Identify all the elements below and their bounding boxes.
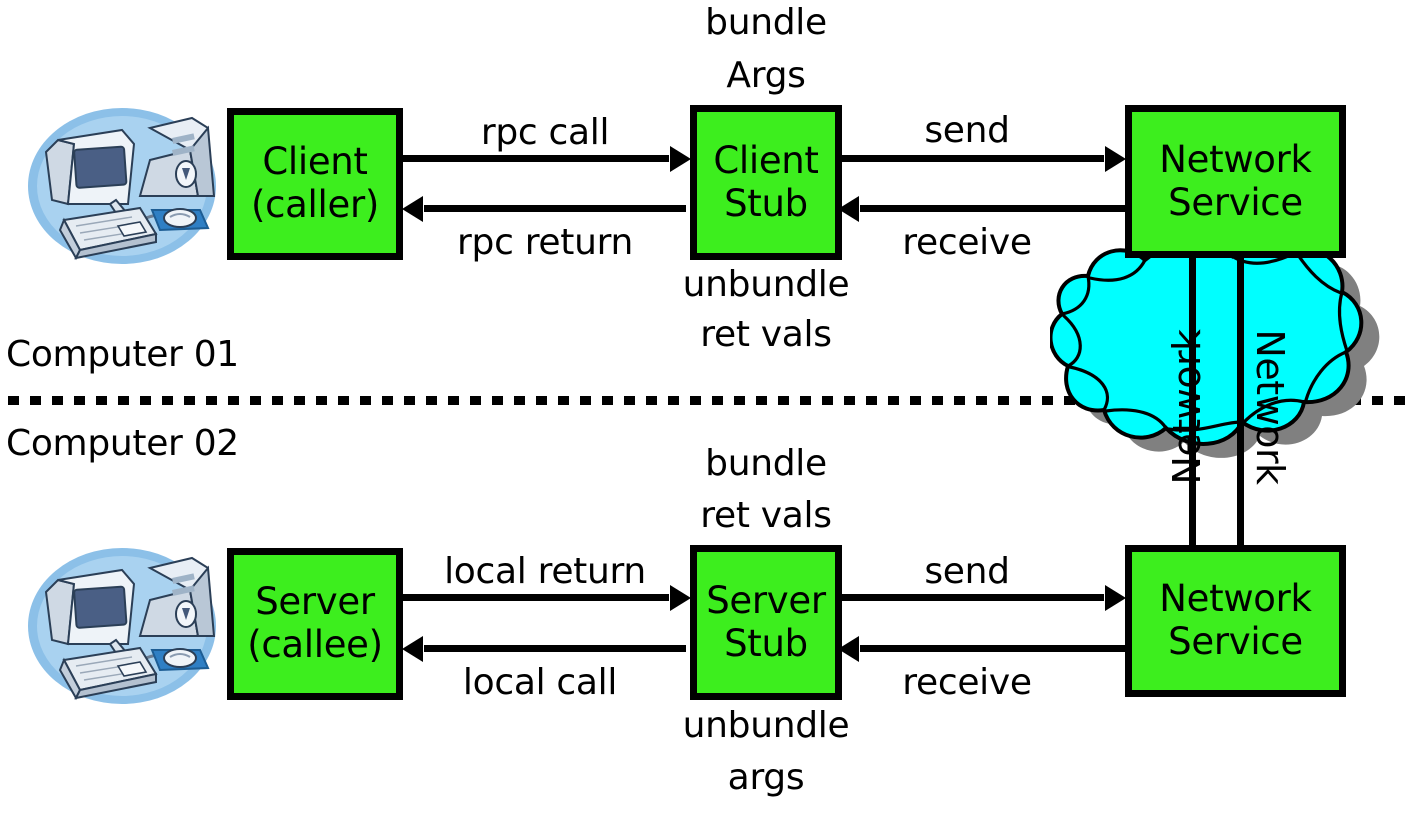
arrow-network-downstream [1237, 258, 1244, 545]
rpc-diagram: Computer 01 Computer 02 Client (caller) … [0, 0, 1413, 815]
arrow-receive-top [860, 205, 1126, 212]
arrow-local-call [424, 645, 686, 652]
arrow-label-local-call: local call [462, 662, 618, 703]
arrow-label-receive-bottom: receive [902, 662, 1032, 703]
annotation-client-stub-args: Args [726, 55, 806, 96]
box-network-service-bottom-line1: Network [1159, 577, 1312, 621]
arrow-label-send-bottom: send [924, 551, 1010, 592]
box-server[interactable]: Server (callee) [227, 548, 403, 700]
box-client-line1: Client [262, 140, 368, 184]
cloud-label-network-left: Network [1165, 329, 1209, 485]
box-network-service-bottom-line2: Service [1168, 620, 1303, 663]
cloud-label-network-right: Network [1248, 329, 1292, 485]
annotation-server-stub-args: args [727, 757, 805, 798]
arrow-rpc-call [403, 155, 669, 162]
box-server-stub-line2: Stub [724, 621, 808, 665]
annotation-server-stub-ret-vals: ret vals [700, 495, 832, 536]
box-network-service-top-line1: Network [1159, 137, 1312, 181]
arrow-label-receive-top: receive [902, 222, 1032, 263]
annotation-server-stub-unbundle: unbundle [682, 705, 850, 746]
arrow-label-local-return: local return [444, 551, 646, 592]
zone-label-computer-02: Computer 02 [6, 423, 239, 464]
arrow-send-bottom [842, 594, 1104, 601]
arrow-receive-bottom [860, 645, 1126, 652]
box-server-line2: (callee) [247, 623, 383, 666]
arrow-rpc-return [424, 205, 686, 212]
box-client-stub[interactable]: Client Stub [690, 105, 842, 260]
arrow-local-return [403, 594, 669, 601]
box-server-stub-line1: Server [706, 578, 826, 622]
arrow-label-rpc-call: rpc call [480, 112, 610, 153]
box-network-service-top-line2: Service [1168, 180, 1303, 224]
annotation-client-stub-ret-vals: ret vals [700, 314, 832, 355]
arrow-label-rpc-return: rpc return [457, 222, 633, 263]
box-network-service-top[interactable]: Network Service [1125, 105, 1346, 258]
box-server-stub[interactable]: Server Stub [690, 545, 842, 700]
network-cloud [1048, 236, 1410, 548]
zone-label-computer-01: Computer 01 [6, 334, 239, 375]
annotation-client-stub-bundle: bundle [705, 2, 827, 43]
box-client[interactable]: Client (caller) [227, 108, 403, 260]
desktop-computer-icon-bottom [22, 540, 222, 712]
arrow-label-send-top: send [924, 110, 1010, 151]
arrow-send-top [842, 155, 1104, 162]
annotation-client-stub-unbundle: unbundle [682, 264, 850, 305]
box-server-line1: Server [255, 580, 375, 624]
box-network-service-bottom[interactable]: Network Service [1125, 545, 1346, 697]
box-client-stub-line1: Client [713, 138, 819, 182]
annotation-server-stub-bundle: bundle [705, 443, 827, 484]
desktop-computer-icon-top [22, 100, 222, 272]
box-client-stub-line2: Stub [724, 181, 808, 225]
box-client-line2: (caller) [250, 183, 380, 226]
